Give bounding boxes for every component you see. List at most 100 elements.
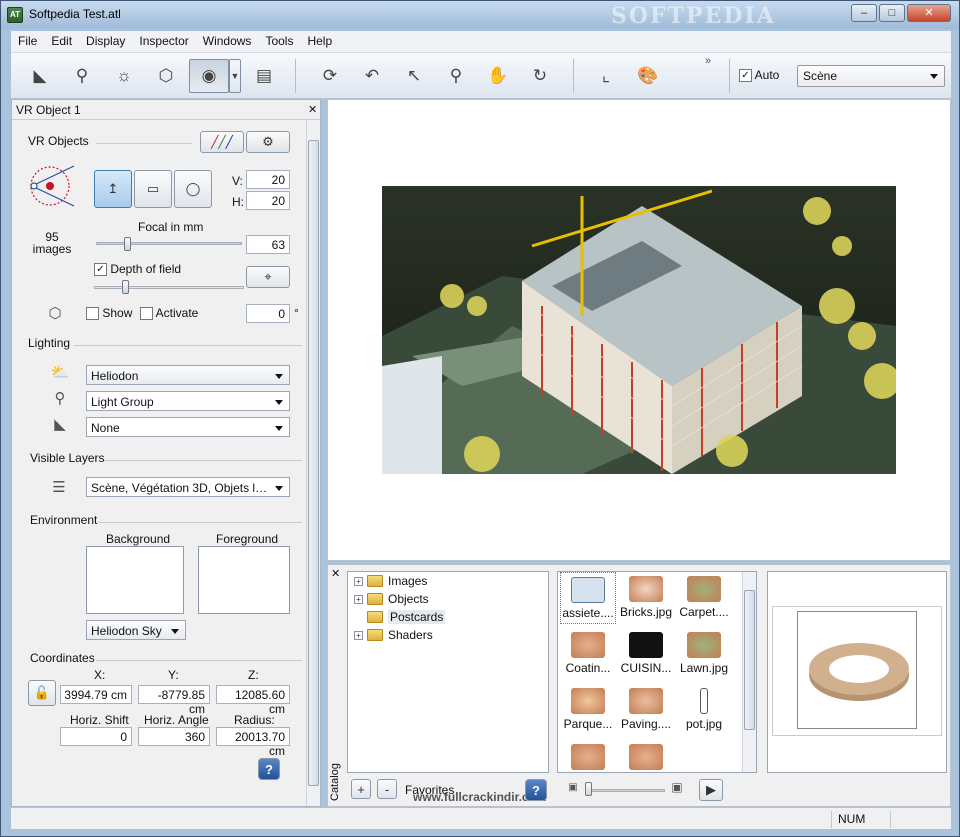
document-icon[interactable]: ▤ bbox=[247, 59, 281, 93]
help-icon[interactable]: ? bbox=[258, 758, 280, 780]
depth-slider-track[interactable] bbox=[94, 286, 244, 289]
menu-help[interactable]: Help bbox=[300, 31, 339, 53]
menu-tools[interactable]: Tools bbox=[258, 31, 300, 53]
thumbnail-item[interactable]: Bricks.jpg bbox=[618, 572, 674, 624]
auto-checkbox[interactable]: ✓ Auto bbox=[739, 68, 779, 83]
tree-item-shaders[interactable]: + Shaders bbox=[354, 626, 433, 644]
auto-check-mark[interactable]: ✓ bbox=[739, 69, 752, 83]
show-check-box[interactable] bbox=[86, 307, 99, 321]
tree-item-objects[interactable]: + Objects bbox=[354, 590, 429, 608]
y-input[interactable]: -8779.85 cm bbox=[138, 685, 210, 716]
show-checkbox[interactable]: Show bbox=[86, 306, 132, 321]
rotate-icon[interactable]: ↻ bbox=[523, 59, 557, 93]
focal-input[interactable]: 63 bbox=[246, 235, 290, 254]
thumbnails-scrollbar-thumb[interactable] bbox=[744, 590, 755, 730]
expand-icon[interactable]: + bbox=[354, 594, 363, 604]
toolbar-overflow-icon[interactable]: » bbox=[705, 55, 711, 67]
close-panel-icon[interactable]: ✕ bbox=[308, 103, 317, 116]
scene-select[interactable]: Scène bbox=[797, 65, 945, 87]
menu-windows[interactable]: Windows bbox=[196, 31, 259, 53]
catalog-tab[interactable]: Catalog bbox=[329, 763, 341, 801]
light-bulb-icon[interactable]: ⚲ bbox=[65, 59, 99, 93]
tree-item-postcards[interactable]: Postcards bbox=[367, 608, 446, 626]
activate-check-box[interactable] bbox=[140, 307, 153, 321]
thumb-size-slider-thumb[interactable] bbox=[585, 782, 592, 796]
play-button[interactable]: ▶ bbox=[699, 779, 723, 801]
color-lines-button[interactable]: ╱ ╱ ╱ bbox=[200, 131, 244, 153]
close-catalog-icon[interactable]: ✕ bbox=[331, 567, 340, 580]
background-swatch[interactable] bbox=[86, 546, 184, 614]
focal-slider-track[interactable] bbox=[96, 242, 242, 245]
thumbnail-item[interactable]: CUISIN... bbox=[618, 628, 674, 680]
sun-icon[interactable]: ☼ bbox=[107, 59, 141, 93]
thumbnail-item[interactable] bbox=[618, 740, 674, 772]
pan-hand-icon[interactable]: ✋ bbox=[481, 59, 515, 93]
sky-select[interactable]: Heliodon Sky bbox=[86, 620, 186, 640]
menu-inspector[interactable]: Inspector bbox=[132, 31, 195, 53]
menu-file[interactable]: File bbox=[11, 31, 44, 53]
none-select-value: None bbox=[91, 421, 120, 435]
menu-edit[interactable]: Edit bbox=[44, 31, 79, 53]
cube-icon[interactable]: ⬡ bbox=[149, 59, 183, 93]
app-icon: AT bbox=[7, 7, 23, 23]
depth-of-field-check-mark[interactable]: ✓ bbox=[94, 263, 107, 277]
lock-icon[interactable]: 🔓 bbox=[28, 680, 56, 706]
camera-object-icon[interactable]: ◉ bbox=[189, 59, 229, 93]
menu-display[interactable]: Display bbox=[79, 31, 132, 53]
radius-input[interactable]: 20013.70 cm bbox=[216, 727, 290, 758]
close-window-button[interactable]: ✕ bbox=[907, 4, 951, 22]
depth-of-field-label: Depth of field bbox=[110, 262, 182, 276]
tree-item-images[interactable]: + Images bbox=[354, 572, 427, 590]
vr-mode-sphere-button[interactable]: ◯ bbox=[174, 170, 212, 208]
visible-layers-select[interactable]: Scène, Végétation 3D, Objets lumi… bbox=[86, 477, 290, 497]
remove-favorite-button[interactable]: - bbox=[377, 779, 397, 799]
angle-input[interactable]: 0 bbox=[246, 304, 290, 323]
z-input[interactable]: 12085.60 cm bbox=[216, 685, 290, 716]
v-input[interactable]: 20 bbox=[246, 170, 290, 189]
foreground-swatch[interactable] bbox=[198, 546, 290, 614]
settings-gear-icon[interactable]: ⚙ bbox=[246, 131, 290, 153]
light-group-select[interactable]: Light Group bbox=[86, 391, 290, 411]
axis-icon[interactable]: ⌞ bbox=[589, 59, 623, 93]
horiz-shift-input[interactable]: 0 bbox=[60, 727, 132, 746]
expand-icon[interactable]: + bbox=[354, 576, 363, 586]
thumbnail-item[interactable] bbox=[560, 740, 616, 772]
x-input[interactable]: 3994.79 cm bbox=[60, 685, 132, 704]
heliodon-select[interactable]: Heliodon bbox=[86, 365, 290, 385]
panel-scrollbar[interactable] bbox=[306, 120, 320, 806]
thumbnails-scrollbar[interactable] bbox=[742, 572, 756, 772]
vr-mode-box-button[interactable]: ▭ bbox=[134, 170, 172, 208]
depth-of-field-checkbox[interactable]: ✓ Depth of field bbox=[94, 262, 182, 277]
thumbnail-item[interactable]: Coatin... bbox=[560, 628, 616, 680]
thumbnail-item[interactable]: Parque... bbox=[560, 684, 616, 736]
thumbnail-item[interactable]: pot.jpg bbox=[676, 684, 732, 736]
maximize-button[interactable]: □ bbox=[879, 4, 905, 22]
orbit-icon[interactable]: ⟳ bbox=[313, 59, 347, 93]
zoom-icon[interactable]: ⚲ bbox=[439, 59, 473, 93]
pointer-icon[interactable]: ↖ bbox=[397, 59, 431, 93]
help-icon[interactable]: ? bbox=[525, 779, 547, 801]
visible-layers-select-value: Scène, Végétation 3D, Objets lumi… bbox=[91, 481, 287, 495]
thumbnail-item[interactable]: Paving.... bbox=[618, 684, 674, 736]
depth-slider-thumb[interactable] bbox=[122, 280, 129, 294]
h-input[interactable]: 20 bbox=[246, 191, 290, 210]
focal-slider-thumb[interactable] bbox=[124, 237, 131, 251]
thumbnail-item[interactable]: assiete.... bbox=[560, 572, 616, 624]
thumbnail-item[interactable]: Lawn.jpg bbox=[676, 628, 732, 680]
horiz-angle-input[interactable]: 360 bbox=[138, 727, 210, 746]
undo-icon[interactable]: ↶ bbox=[355, 59, 389, 93]
palette-icon[interactable]: 🎨 bbox=[631, 59, 665, 93]
panel-scrollbar-thumb[interactable] bbox=[308, 140, 319, 786]
minimize-button[interactable]: – bbox=[851, 4, 877, 22]
camera-dropdown-icon[interactable]: ▼ bbox=[229, 59, 241, 93]
vr-mode-top-button[interactable]: ↥ bbox=[94, 170, 132, 208]
thumb-size-slider-track[interactable] bbox=[585, 789, 665, 792]
thumbnail-item[interactable]: Carpet.... bbox=[676, 572, 732, 624]
none-select[interactable]: None bbox=[86, 417, 290, 437]
expand-icon[interactable]: + bbox=[354, 630, 363, 640]
target-icon[interactable]: ⌖ bbox=[246, 266, 290, 288]
paint-bucket-icon[interactable]: ◣ bbox=[23, 59, 57, 93]
h-label: H: bbox=[232, 195, 244, 209]
activate-checkbox[interactable]: Activate bbox=[140, 306, 198, 321]
add-favorite-button[interactable]: + bbox=[351, 779, 371, 799]
